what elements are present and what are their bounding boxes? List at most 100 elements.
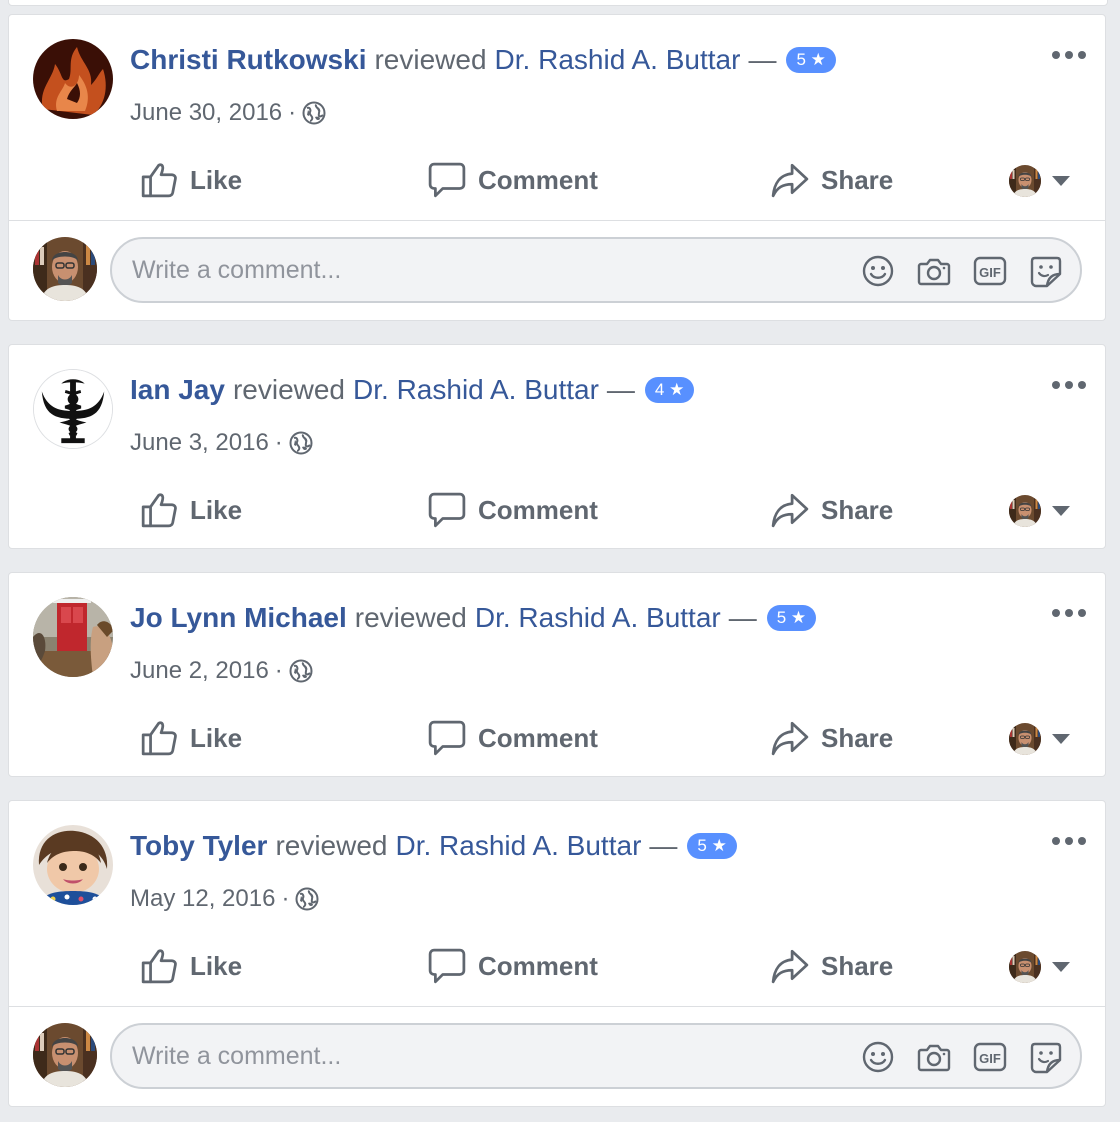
previous-card-edge <box>8 0 1108 6</box>
reviewed-verb: reviewed <box>275 830 388 861</box>
emoji-icon[interactable] <box>861 1040 895 1074</box>
like-button[interactable]: Like <box>140 938 242 994</box>
separator-dot: · <box>288 99 297 126</box>
dash: — <box>606 374 635 405</box>
reviewer-avatar[interactable] <box>33 825 113 905</box>
caret-down-icon <box>1051 961 1071 973</box>
reviewed-verb: reviewed <box>374 44 487 75</box>
post-as-selector[interactable] <box>1009 164 1071 198</box>
globe-icon[interactable] <box>289 659 313 683</box>
like-button[interactable]: Like <box>140 482 242 538</box>
user-avatar <box>1009 951 1041 983</box>
share-arrow-icon <box>771 947 809 985</box>
action-bar: Like Comment Share <box>9 482 1105 538</box>
comment-button[interactable]: Comment <box>428 152 598 208</box>
like-button[interactable]: Like <box>140 710 242 766</box>
share-arrow-icon <box>771 491 809 529</box>
comment-input[interactable] <box>132 1025 832 1087</box>
reviewer-name[interactable]: Christi Rutkowski <box>130 44 366 76</box>
user-avatar <box>1009 165 1041 197</box>
dash: — <box>649 830 678 861</box>
comment-button[interactable]: Comment <box>428 938 598 994</box>
share-button[interactable]: Share <box>771 710 893 766</box>
comment-label: Comment <box>478 722 598 753</box>
review-meta: May 12, 2016 · <box>130 885 319 913</box>
comment-button[interactable]: Comment <box>428 482 598 538</box>
caret-down-icon <box>1051 733 1071 745</box>
review-date[interactable]: May 12, 2016 <box>130 885 275 913</box>
comment-input[interactable] <box>132 239 832 301</box>
thumbs-up-icon <box>140 161 178 199</box>
reviewer-name[interactable]: Jo Lynn Michael <box>130 602 347 634</box>
globe-icon[interactable] <box>289 431 313 455</box>
commenter-avatar <box>33 237 97 301</box>
reviewed-verb: reviewed <box>354 602 467 633</box>
speech-bubble-icon <box>428 947 466 985</box>
comment-label: Comment <box>478 494 598 525</box>
share-label: Share <box>821 722 894 753</box>
share-label: Share <box>821 950 894 981</box>
reviewer-name[interactable]: Ian Jay <box>130 374 225 406</box>
share-arrow-icon <box>771 161 809 199</box>
share-button[interactable]: Share <box>771 938 893 994</box>
review-date[interactable]: June 30, 2016 <box>130 99 282 127</box>
thumbs-up-icon <box>140 719 178 757</box>
like-label: Like <box>190 950 243 981</box>
reviewer-avatar[interactable] <box>33 597 113 677</box>
action-bar: Like Comment Share <box>9 152 1105 208</box>
camera-icon[interactable] <box>917 254 951 288</box>
reviewer-avatar[interactable] <box>33 369 113 449</box>
post-as-selector[interactable] <box>1009 722 1071 756</box>
comment-button[interactable]: Comment <box>428 710 598 766</box>
red-door-avatar-icon <box>33 597 113 677</box>
share-button[interactable]: Share <box>771 152 893 208</box>
reviewer-avatar[interactable] <box>33 39 113 119</box>
sticker-icon[interactable] <box>1029 1040 1063 1074</box>
share-arrow-icon <box>771 719 809 757</box>
globe-icon[interactable] <box>295 887 319 911</box>
page-name-link[interactable]: Dr. Rashid A. Buttar <box>396 830 642 862</box>
thumbs-up-icon <box>140 491 178 529</box>
separator-dot: · <box>281 885 290 912</box>
user-avatar <box>1009 495 1041 527</box>
post-as-selector[interactable] <box>1009 950 1071 984</box>
share-label: Share <box>821 164 894 195</box>
more-options-icon[interactable] <box>1049 603 1089 623</box>
speech-bubble-icon <box>428 491 466 529</box>
emoji-icon[interactable] <box>861 254 895 288</box>
post-as-selector[interactable] <box>1009 494 1071 528</box>
review-card: Toby Tyler reviewed Dr. Rashid A. Buttar… <box>8 800 1106 1107</box>
review-header: Jo Lynn Michael reviewed Dr. Rashid A. B… <box>130 602 817 634</box>
separator-dot: · <box>274 657 283 684</box>
like-label: Like <box>190 722 243 753</box>
more-options-icon[interactable] <box>1049 375 1089 395</box>
page-name-link[interactable]: Dr. Rashid A. Buttar <box>475 602 721 634</box>
camera-icon[interactable] <box>917 1040 951 1074</box>
review-date[interactable]: June 3, 2016 <box>130 429 269 457</box>
reviewer-name[interactable]: Toby Tyler <box>130 830 267 862</box>
caret-down-icon <box>1051 505 1071 517</box>
child-photo-avatar-icon <box>33 825 113 905</box>
page-name-link[interactable]: Dr. Rashid A. Buttar <box>353 374 599 406</box>
review-header: Ian Jay reviewed Dr. Rashid A. Buttar — … <box>130 374 695 406</box>
gif-icon[interactable] <box>973 254 1007 288</box>
review-date[interactable]: June 2, 2016 <box>130 657 269 685</box>
rating-badge: 5 ★ <box>766 605 817 631</box>
like-label: Like <box>190 164 243 195</box>
action-bar: Like Comment Share <box>9 710 1105 766</box>
dash: — <box>748 44 777 75</box>
page-name-link[interactable]: Dr. Rashid A. Buttar <box>495 44 741 76</box>
globe-icon[interactable] <box>302 101 326 125</box>
like-label: Like <box>190 494 243 525</box>
gif-icon[interactable] <box>973 1040 1007 1074</box>
more-options-icon[interactable] <box>1049 45 1089 65</box>
sticker-icon[interactable] <box>1029 254 1063 288</box>
like-button[interactable]: Like <box>140 152 242 208</box>
share-button[interactable]: Share <box>771 482 893 538</box>
more-options-icon[interactable] <box>1049 831 1089 851</box>
caret-down-icon <box>1051 175 1071 187</box>
comment-composer <box>9 221 1105 319</box>
caduceus-avatar-icon <box>34 370 112 448</box>
comment-label: Comment <box>478 950 598 981</box>
user-avatar <box>1009 723 1041 755</box>
